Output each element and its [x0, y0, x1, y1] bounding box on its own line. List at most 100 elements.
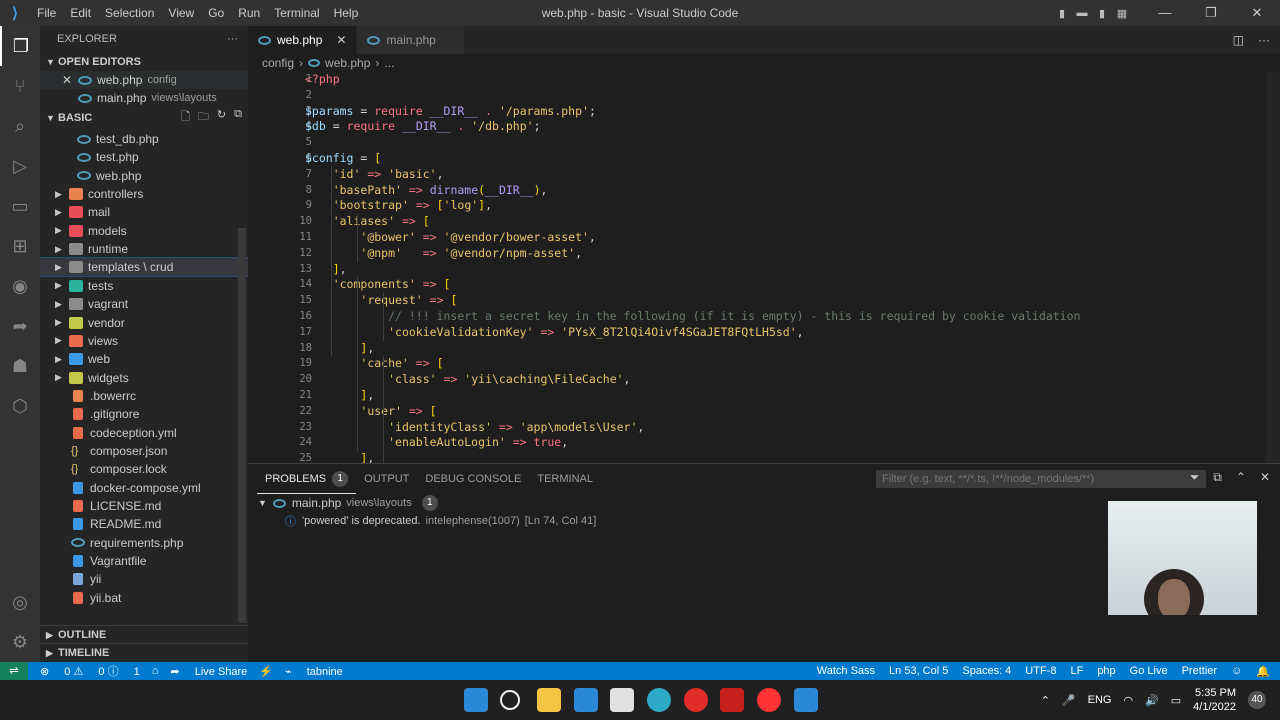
menu-edit[interactable]: Edit: [63, 6, 98, 20]
live-share-icon[interactable]: ➦: [0, 306, 40, 346]
split-editor-icon[interactable]: ◫: [1233, 33, 1244, 47]
menu-terminal[interactable]: Terminal: [267, 6, 326, 20]
search-icon[interactable]: [500, 690, 520, 710]
timeline-section[interactable]: ▶ TIMELINE: [40, 643, 248, 662]
filter-icon[interactable]: ⏷: [1190, 470, 1200, 485]
vscode-taskbar-icon[interactable]: [794, 688, 818, 712]
file-item[interactable]: yii.bat: [40, 589, 248, 607]
file-item[interactable]: codeception.yml: [40, 424, 248, 442]
line-ending[interactable]: LF: [1070, 665, 1083, 677]
sidebar-scrollbar[interactable]: [238, 228, 246, 623]
explorer-icon[interactable]: ❐: [0, 26, 40, 66]
file-item[interactable]: LICENSE.md: [40, 497, 248, 515]
source-control-icon[interactable]: ⑂: [0, 66, 40, 106]
menu-selection[interactable]: Selection: [98, 6, 161, 20]
problem-file-row[interactable]: ▼ main.php views\layouts 1: [258, 494, 438, 512]
language-mode[interactable]: php: [1097, 665, 1115, 677]
problems-filter-input[interactable]: [876, 470, 1206, 488]
folder-item[interactable]: ▶ models: [40, 222, 248, 240]
more-actions-icon[interactable]: ···: [1258, 33, 1270, 47]
open-editors-section[interactable]: ▼ OPEN EDITORS: [40, 52, 248, 71]
settings-gear-icon[interactable]: ⚙: [0, 622, 40, 662]
maximize-panel-icon[interactable]: ⌃: [1236, 470, 1246, 485]
live-share-status[interactable]: ➦ Live Share: [170, 665, 247, 678]
file-item[interactable]: .gitignore: [40, 405, 248, 423]
menu-view[interactable]: View: [161, 6, 201, 20]
code-editor[interactable]: 1 <?php 2 3 $params = require __DIR__ . '/pa…: [248, 72, 1280, 463]
open-editor-item[interactable]: main.php views\layouts: [40, 89, 248, 107]
folder-item[interactable]: ▶ views: [40, 332, 248, 350]
notification-count-badge[interactable]: 40: [1248, 691, 1266, 709]
file-item[interactable]: yii: [40, 570, 248, 588]
file-item[interactable]: README.md: [40, 515, 248, 533]
menu-go[interactable]: Go: [201, 6, 231, 20]
problems-status[interactable]: ⊗ 0 ⚠ 0 ⓘ 1: [40, 663, 140, 679]
file-explorer-icon[interactable]: [537, 688, 561, 712]
acrobat-icon[interactable]: [720, 688, 744, 712]
file-item[interactable]: web.php: [40, 167, 248, 185]
prettier-status[interactable]: Prettier: [1182, 665, 1217, 677]
opera-browser-icon[interactable]: [684, 688, 708, 712]
new-folder-icon[interactable]: 🗀: [198, 108, 209, 127]
file-item[interactable]: {} composer.lock: [40, 460, 248, 478]
menu-help[interactable]: Help: [327, 6, 366, 20]
collapse-all-icon[interactable]: ⧉: [1213, 470, 1222, 485]
project-section[interactable]: ▼ BASIC 🗋 🗀 ↻ ⧉: [40, 108, 248, 127]
more-actions-icon[interactable]: ···: [227, 33, 238, 45]
remote-explorer-icon[interactable]: ▭: [0, 186, 40, 226]
accounts-icon[interactable]: ◎: [0, 582, 40, 622]
github-icon[interactable]: ◉: [0, 266, 40, 306]
close-icon[interactable]: ✕: [62, 73, 72, 87]
minimize-button[interactable]: —: [1142, 5, 1188, 21]
folder-item[interactable]: ▶ web: [40, 350, 248, 368]
folder-item[interactable]: ▶ runtime: [40, 240, 248, 258]
file-item[interactable]: test_db.php: [40, 130, 248, 148]
close-tab-icon[interactable]: ✕: [336, 33, 346, 47]
clock[interactable]: 5:35 PM 4/1/2022: [1193, 686, 1236, 714]
tabnine-status[interactable]: ⌁ tabnine: [285, 665, 343, 678]
extensions-icon[interactable]: ⊞: [0, 226, 40, 266]
outline-section[interactable]: ▶ OUTLINE: [40, 625, 248, 644]
mail-icon[interactable]: [574, 688, 598, 712]
edge-browser-icon[interactable]: [647, 688, 671, 712]
go-live-status[interactable]: Go Live: [1130, 665, 1168, 677]
volume-icon[interactable]: 🔊: [1145, 694, 1159, 707]
microphone-icon[interactable]: 🎤: [1062, 694, 1076, 707]
problem-row[interactable]: ⓘ 'powered' is deprecated. intelephense(…: [285, 512, 596, 530]
collapse-all-icon[interactable]: ⧉: [234, 108, 242, 127]
close-window-button[interactable]: ✕: [1234, 5, 1280, 21]
folder-item[interactable]: ▶ widgets: [40, 369, 248, 387]
file-item[interactable]: docker-compose.yml: [40, 479, 248, 497]
feedback-icon[interactable]: ☺: [1231, 665, 1242, 677]
home-icon[interactable]: ⌂: [152, 665, 159, 677]
chevron-up-icon[interactable]: ⌃: [1041, 694, 1050, 707]
cursor-position[interactable]: Ln 53, Col 5: [889, 665, 948, 677]
tab-terminal[interactable]: TERMINAL: [529, 464, 601, 494]
file-item[interactable]: Vagrantfile: [40, 552, 248, 570]
hexagon-icon[interactable]: ⬡: [0, 386, 40, 426]
indentation[interactable]: Spaces: 4: [962, 665, 1011, 677]
open-editor-item[interactable]: ✕ web.php config: [40, 71, 248, 89]
wifi-icon[interactable]: ◠: [1123, 694, 1133, 707]
encoding[interactable]: UTF-8: [1025, 665, 1056, 677]
language-indicator[interactable]: ENG: [1088, 694, 1112, 706]
notifications-bell-icon[interactable]: 🔔: [1256, 665, 1270, 678]
editor-scrollbar[interactable]: [1266, 72, 1280, 463]
store-icon[interactable]: [610, 688, 634, 712]
search-icon[interactable]: ⌕: [0, 106, 40, 146]
toggle-sidebar-icon[interactable]: ▮: [1052, 7, 1072, 20]
tab-debug-console[interactable]: DEBUG CONSOLE: [417, 464, 529, 494]
folder-item[interactable]: ▶ templates \ crud: [40, 257, 248, 278]
menu-file[interactable]: File: [30, 6, 63, 20]
file-item[interactable]: .bowerrc: [40, 387, 248, 405]
battery-icon[interactable]: ▭: [1171, 694, 1181, 707]
folder-item[interactable]: ▶ controllers: [40, 185, 248, 203]
remote-indicator-icon[interactable]: ⇌: [0, 662, 28, 680]
close-panel-icon[interactable]: ✕: [1260, 470, 1270, 485]
run-debug-icon[interactable]: ▷: [0, 146, 40, 186]
new-file-icon[interactable]: 🗋: [181, 108, 190, 127]
file-item[interactable]: requirements.php: [40, 534, 248, 552]
start-menu-icon[interactable]: [464, 688, 488, 712]
watch-sass-status[interactable]: Watch Sass: [817, 665, 875, 677]
toggle-panel-icon[interactable]: ▬: [1072, 7, 1092, 19]
